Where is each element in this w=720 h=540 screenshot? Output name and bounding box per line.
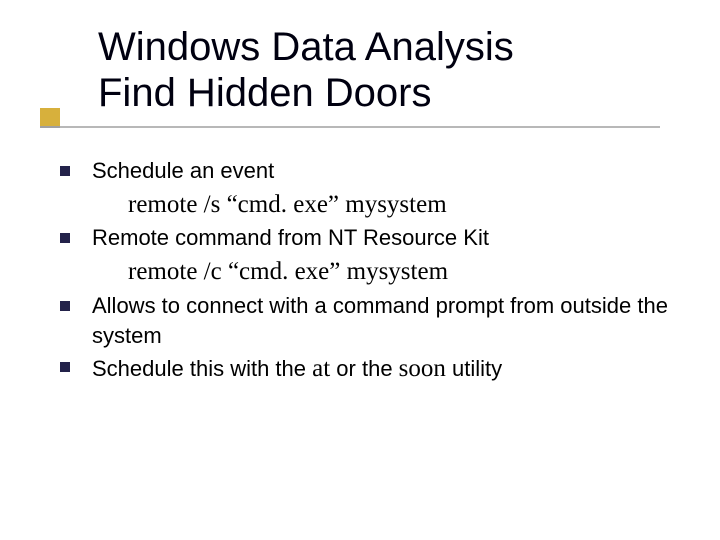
b4-at: at: [312, 355, 330, 382]
bullet-icon: [60, 166, 70, 176]
b4-soon: soon: [399, 355, 446, 382]
bullet-text-3: Allows to connect with a command prompt …: [92, 291, 690, 350]
bullet-row-1: Schedule an event: [60, 156, 690, 186]
bullet-text-1: Schedule an event: [92, 156, 274, 186]
bullet-row-4: Schedule this with the at or the soon ut…: [60, 352, 690, 386]
accent-square-icon: [40, 108, 60, 128]
b4-mid: or the: [330, 356, 398, 381]
bullet-row-2: Remote command from NT Resource Kit: [60, 223, 690, 253]
b4-post: utility: [446, 356, 502, 381]
bullet-icon: [60, 233, 70, 243]
title-underline: [60, 126, 660, 128]
body-content: Schedule an event remote /s “cmd. exe” m…: [60, 156, 690, 388]
code-line-2: remote /c “cmd. exe” mysystem: [128, 255, 690, 289]
slide-title: Windows Data Analysis Find Hidden Doors: [98, 24, 514, 116]
bullet-icon: [60, 362, 70, 372]
b4-pre: Schedule this with the: [92, 356, 312, 381]
title-line-1: Windows Data Analysis: [98, 24, 514, 70]
bullet-text-4: Schedule this with the at or the soon ut…: [92, 352, 502, 386]
code-line-1: remote /s “cmd. exe” mysystem: [128, 188, 690, 222]
slide: Windows Data Analysis Find Hidden Doors …: [0, 0, 720, 540]
title-underline-left: [40, 126, 60, 128]
bullet-icon: [60, 301, 70, 311]
title-line-2: Find Hidden Doors: [98, 70, 514, 116]
bullet-text-2: Remote command from NT Resource Kit: [92, 223, 489, 253]
bullet-row-3: Allows to connect with a command prompt …: [60, 291, 690, 350]
